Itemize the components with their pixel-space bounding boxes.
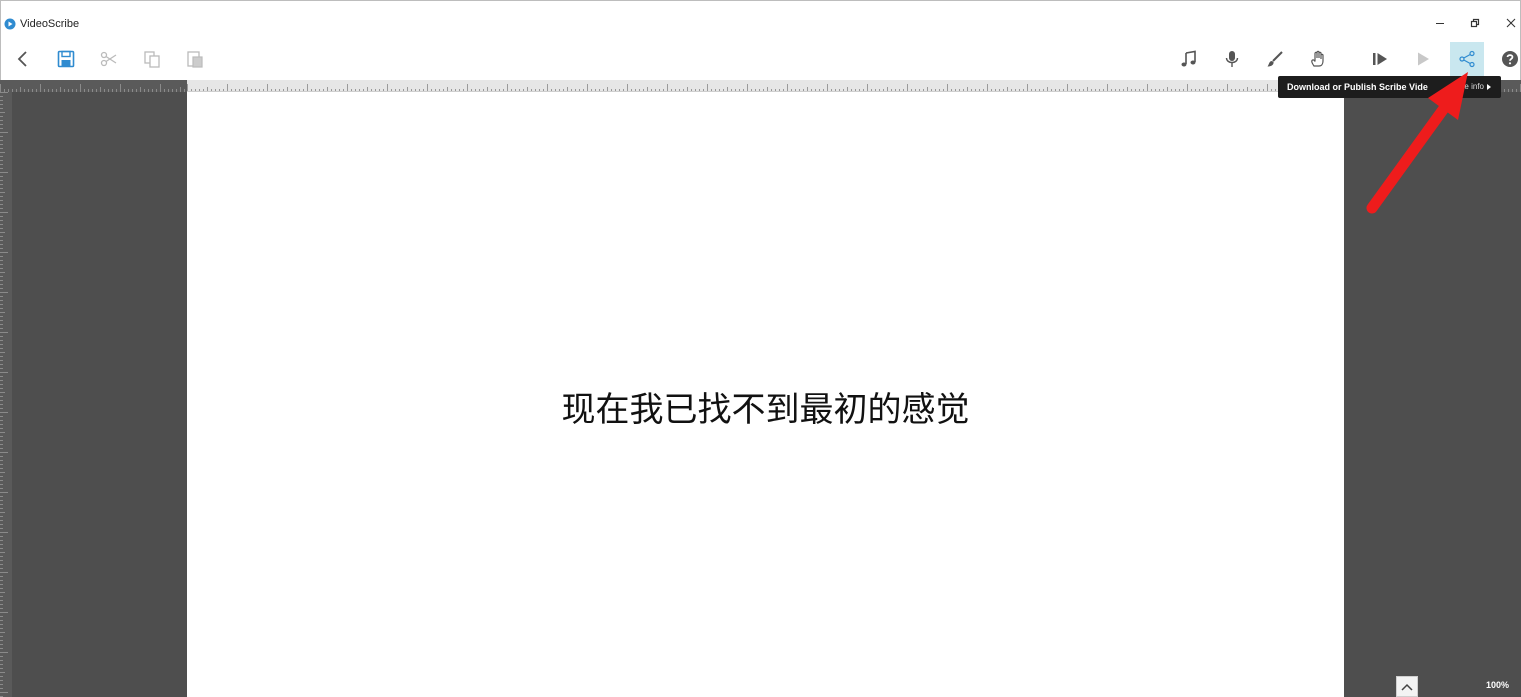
vertical-ruler: [0, 92, 12, 697]
zoom-level: 100%: [1486, 680, 1510, 690]
play-from-start-button[interactable]: [1363, 42, 1397, 76]
videoscribe-window: VideoScribe 现在我已找不到最初的感觉 Download or Pub…: [0, 0, 1521, 697]
window-title: VideoScribe: [20, 18, 80, 30]
back-icon: [17, 51, 27, 67]
save-button[interactable]: [49, 42, 83, 76]
microphone-icon: [1225, 51, 1239, 67]
share-icon: [1459, 50, 1475, 68]
share-tooltip: Download or Publish Scribe Vide e info: [1278, 76, 1501, 98]
tooltip-text: Download or Publish Scribe Vide: [1287, 82, 1428, 92]
tooltip-more-info-link[interactable]: e info: [1464, 76, 1491, 98]
help-button[interactable]: [1493, 42, 1521, 76]
hand-icon: [1311, 50, 1324, 67]
restore-button[interactable]: [1460, 9, 1490, 37]
help-icon: [1502, 51, 1518, 67]
minimize-icon: [1436, 23, 1444, 24]
chevron-up-icon: [1401, 683, 1413, 691]
videoscribe-logo-icon: [4, 18, 16, 30]
cut-button[interactable]: [92, 42, 126, 76]
music-icon: [1181, 50, 1196, 67]
music-button[interactable]: [1172, 42, 1206, 76]
scroll-up-button[interactable]: [1396, 676, 1418, 697]
close-button[interactable]: [1496, 9, 1521, 37]
restore-icon: [1470, 18, 1480, 28]
canvas-ruler: [187, 80, 1344, 92]
back-button[interactable]: [6, 42, 40, 76]
copy-button[interactable]: [135, 42, 169, 76]
brush-icon: [1267, 51, 1283, 67]
brush-button[interactable]: [1258, 42, 1292, 76]
paste-icon: [187, 51, 203, 68]
paste-button[interactable]: [178, 42, 212, 76]
play-button[interactable]: [1406, 42, 1440, 76]
play-icon: [1418, 52, 1429, 66]
canvas-text-element[interactable]: 现在我已找不到最初的感觉: [187, 388, 1344, 432]
close-icon: [1506, 18, 1516, 28]
more-info-arrow-icon: [1487, 83, 1491, 90]
play-from-start-icon: [1373, 53, 1387, 65]
scribe-canvas[interactable]: 现在我已找不到最初的感觉: [187, 80, 1344, 697]
share-button[interactable]: [1450, 42, 1484, 76]
main-toolbar: [0, 38, 1521, 80]
hand-button[interactable]: [1301, 42, 1335, 76]
save-icon: [57, 50, 75, 68]
voiceover-button[interactable]: [1215, 42, 1249, 76]
minimize-button[interactable]: [1425, 9, 1455, 37]
cut-icon: [100, 51, 117, 67]
copy-icon: [144, 51, 160, 68]
